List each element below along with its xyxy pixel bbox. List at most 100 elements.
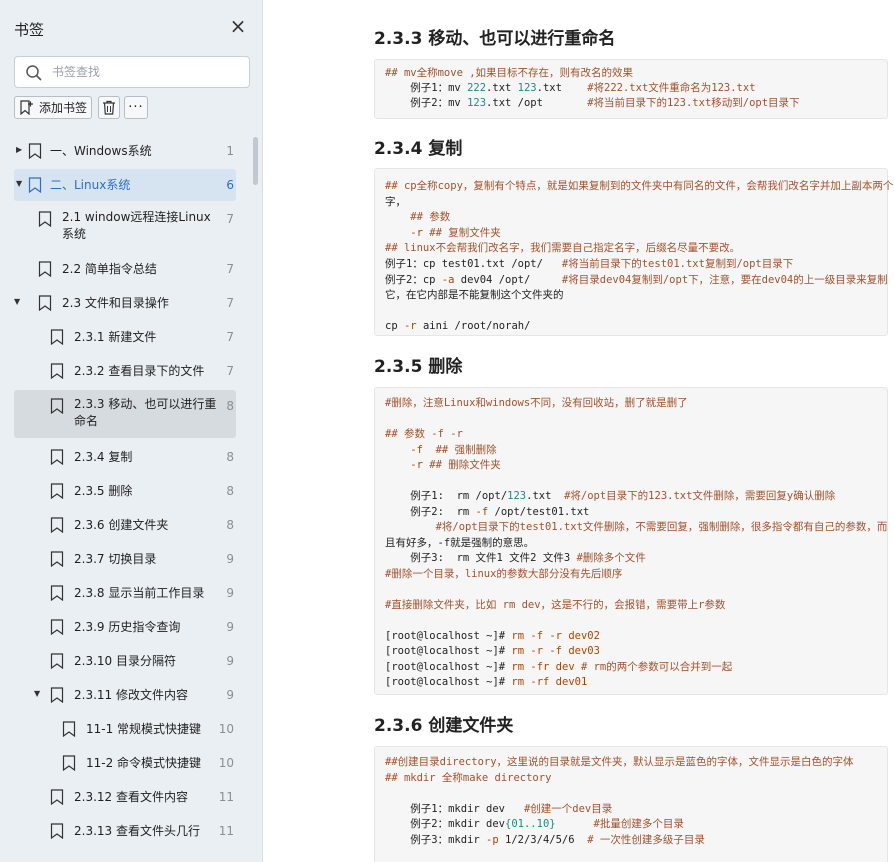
code-line: ## 参数 — [410, 211, 451, 224]
code-line: #将/opt目录下的test01.txt文件删除，不需要回复，强制删除，很多指令… — [435, 521, 888, 533]
bookmark-page-number: 7 — [226, 296, 234, 310]
bookmark-page-number: 8 — [226, 399, 234, 413]
bookmark-label-text: 2.2 简单指令总结 — [62, 262, 157, 276]
bookmark-search-input[interactable] — [52, 62, 242, 82]
bookmark-label-text: 2.3 文件和目录操作 — [62, 296, 169, 310]
code-line: [root@localhost ~]# rm -r -f dev03 — [385, 645, 600, 657]
bookmark-page-number: 9 — [226, 688, 234, 702]
bookmark-item[interactable]: 2.3.4 复制 8 — [14, 441, 236, 473]
bookmark-page-number: 7 — [226, 212, 234, 226]
code-block: ##创建目录directory，这里说的目录就是文件夹，默认显示是蓝色的字体，文… — [374, 746, 888, 862]
bookmark-icon — [28, 177, 42, 193]
code-line: ## mv全称move ,如果目标不存在，则有改名的效果 — [385, 67, 634, 79]
code-block: ## cp全称copy，复制有个特点，就是如果复制到的文件夹中有同名的文件，会帮… — [374, 168, 893, 336]
add-bookmark-button[interactable]: 添加书签 — [14, 96, 92, 119]
bookmark-item-label: 2.3.9 历史指令查询 — [74, 619, 223, 636]
bookmark-icon — [50, 517, 64, 533]
bookmark-icon — [50, 449, 64, 465]
bookmark-item-label: 2.3.1 新建文件 — [74, 329, 223, 346]
bookmark-label-text-cont: 命名 — [74, 414, 99, 428]
bookmark-icon — [50, 398, 64, 414]
bookmark-item-label: 2.3.3 移动、也可以进行重 命名 — [74, 396, 223, 430]
code-line: ## 参数 -f -r — [385, 428, 463, 440]
bookmark-page-number: 8 — [226, 450, 234, 464]
bookmark-item[interactable]: 2.3.13 查看文件头几行 11 — [14, 815, 236, 847]
bookmark-label-text-cont: 系统 — [62, 227, 87, 241]
code-line: 例子2：mkdir dev{01..10} #批量创建多个目录 — [385, 818, 684, 830]
bookmark-label-text: 2.3.3 移动、也可以进行重 — [74, 397, 217, 411]
code-line: cp -r aini /root/norah/ — [385, 320, 531, 333]
section-heading: 2.3.5 删除 — [374, 357, 463, 377]
delete-bookmark-button[interactable] — [98, 96, 120, 119]
code-line: [root@localhost ~]# rm -rf dev01 — [385, 676, 588, 688]
bookmark-item[interactable]: ▶ 一、Windows系统 1 — [14, 135, 236, 167]
bookmark-item[interactable]: 2.3.5 删除 8 — [14, 475, 236, 507]
bookmark-item-label: 11-2 命令模式快捷键 — [86, 755, 223, 772]
bookmark-label-text: 2.3.7 切换目录 — [74, 552, 157, 566]
bookmark-item[interactable]: 2.3.8 显示当前工作目录 9 — [14, 577, 236, 609]
bookmark-tree: ▶ 一、Windows系统 1 ▼ 二、Linux系统 6 2.1 window远程连接Li… — [0, 135, 262, 862]
code-line: 例子3：mkdir -p 1/2/3/4/5/6 # 一次性创建多级子目录 — [385, 833, 705, 846]
bookmark-page-number: 9 — [226, 552, 234, 566]
bookmark-item-label: 11-1 常规模式快捷键 — [86, 721, 223, 738]
bookmark-item[interactable]: ▼ 2.3 文件和目录操作 7 — [14, 287, 236, 319]
bookmark-label-text: 二、Linux系统 — [50, 178, 131, 192]
bookmark-page-number: 6 — [226, 178, 234, 192]
code-line: 例子1: rm /opt/123.txt #将/opt目录下的123.txt文件… — [385, 490, 836, 502]
code-line: -r ## 复制文件夹 — [410, 226, 501, 239]
bookmark-item[interactable]: 2.3.3 移动、也可以进行重 命名 8 — [14, 390, 236, 438]
bookmark-label-text: 2.3.4 复制 — [74, 450, 133, 464]
bookmark-item[interactable]: ▼ 2.3.11 修改文件内容 9 — [14, 679, 236, 711]
search-icon — [26, 65, 42, 81]
bookmark-item[interactable]: 2.3.9 历史指令查询 9 — [14, 611, 236, 643]
bookmark-item[interactable]: 2.3.6 创建文件夹 8 — [14, 509, 236, 541]
bookmark-page-number: 11 — [218, 824, 234, 838]
bookmark-item-label: 2.3.5 删除 — [74, 483, 223, 500]
collapse-caret-icon[interactable]: ▼ — [16, 179, 24, 188]
collapse-caret-icon[interactable]: ▼ — [34, 689, 42, 698]
bookmark-icon — [62, 755, 76, 771]
bookmark-label-text: 2.3.10 目录分隔符 — [74, 654, 176, 668]
code-line: 例子2：cp -a dev04 /opt/ #将目录dev04复制到/opt下，… — [385, 273, 888, 286]
code-line: 且有好多，-f就是强制的意思。 — [385, 536, 535, 549]
section-heading: 2.3.4 复制 — [374, 139, 463, 159]
bookmark-item[interactable]: 2.3.1 新建文件 7 — [14, 321, 236, 353]
code-line: 例子1：cp test01.txt /opt/ #将当前目录下的test01.t… — [385, 258, 794, 270]
bookmark-item[interactable]: 2.3.10 目录分隔符 9 — [14, 645, 236, 677]
code-line: #删除一个目录，linux的参数大部分没有先后顺序 — [385, 567, 623, 580]
bookmark-icon — [50, 551, 64, 567]
add-bookmark-label: 添加书签 — [39, 101, 88, 115]
bookmark-item-label: 2.3.13 查看文件头几行 — [74, 823, 223, 840]
bookmark-page-number: 9 — [226, 654, 234, 668]
bookmark-item[interactable]: 2.1 window远程连接Linux 系统 7 — [14, 203, 236, 251]
bookmark-label-text: 一、Windows系统 — [50, 144, 152, 158]
bookmark-item[interactable]: ▼ 二、Linux系统 6 — [14, 169, 236, 201]
section-heading: 2.3.3 移动、也可以进行重命名 — [374, 29, 616, 49]
bookmark-item-label: 2.3.7 切换目录 — [74, 551, 223, 568]
scrollbar-thumb[interactable] — [253, 137, 258, 185]
expand-caret-icon[interactable]: ▶ — [16, 145, 24, 154]
bookmark-page-number: 7 — [226, 330, 234, 344]
bookmark-label-text: 2.3.13 查看文件头几行 — [74, 824, 200, 838]
bookmark-item-label: 二、Linux系统 — [50, 177, 223, 194]
bookmark-icon — [38, 295, 52, 311]
bookmark-icon — [50, 619, 64, 635]
bookmark-item[interactable]: 2.2 简单指令总结 7 — [14, 253, 236, 285]
bookmark-item-label: 2.1 window远程连接Linux 系统 — [62, 209, 223, 243]
more-options-button[interactable]: ··· — [124, 96, 148, 119]
code-line: -f ## 强制删除 — [410, 443, 497, 456]
bookmark-item[interactable]: 11-2 命令模式快捷键 10 — [14, 747, 236, 779]
code-line: 例子1：mv 222.txt 123.txt #将222.txt文件重命名为12… — [385, 82, 756, 94]
close-icon[interactable]: × — [228, 16, 248, 36]
code-line: ## cp全称copy，复制有个特点，就是如果复制到的文件夹中有同名的文件，会帮… — [385, 180, 894, 192]
trash-icon — [103, 100, 115, 115]
bookmark-item[interactable]: 2.3.7 切换目录 9 — [14, 543, 236, 575]
collapse-caret-icon[interactable]: ▼ — [14, 297, 22, 306]
bookmark-label-text: 2.3.11 修改文件内容 — [74, 688, 188, 702]
bookmark-item[interactable]: 2.3.2 查看目录下的文件 7 — [14, 355, 236, 387]
code-line: #直接删除文件夹，比如 rm dev，这是不行的，会报错，需要带上r参数 — [385, 598, 726, 611]
bookmark-search-box[interactable] — [14, 56, 250, 88]
bookmark-item[interactable]: 2.3.12 查看文件内容 11 — [14, 781, 236, 813]
bookmark-item[interactable]: 11-1 常规模式快捷键 10 — [14, 713, 236, 745]
code-block: #删除，注意Linux和windows不同，没有回收站，删了就是删了 ## 参数 … — [374, 387, 888, 695]
